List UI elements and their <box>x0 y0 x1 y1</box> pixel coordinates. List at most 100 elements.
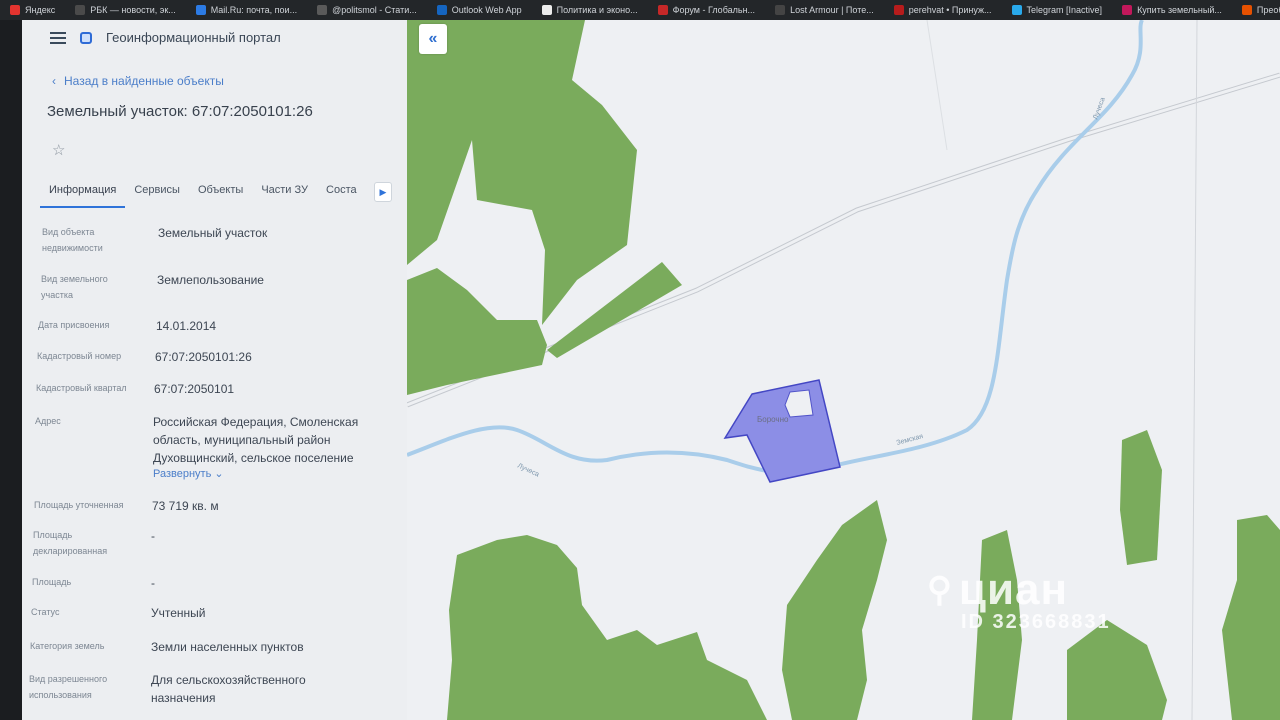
field-value: назначения <box>151 691 216 705</box>
field-address: Адрес Российская Федерация, Смоленская о… <box>35 413 358 480</box>
bookmark-item[interactable]: Яндекс <box>0 0 65 20</box>
bookmark-item[interactable]: Telegram [Inactive] <box>1002 0 1113 20</box>
bookmark-item[interactable]: Outlook Web App <box>427 0 532 20</box>
bookmark-favicon-icon <box>436 5 447 15</box>
back-link-label: Назад в найденные объекты <box>64 74 224 88</box>
field-label: участка <box>41 290 73 300</box>
expand-label: Развернуть <box>153 468 212 480</box>
bookmark-label: Lost Armour | Поте... <box>790 5 874 15</box>
forest-area <box>1120 430 1162 565</box>
field-value: - <box>151 529 155 543</box>
bookmark-item[interactable]: Mail.Ru: почта, пои... <box>186 0 307 20</box>
page-title: Земельный участок: 67:07:2050101:26 <box>47 103 313 120</box>
river-label: Земская <box>896 433 924 447</box>
bookmark-item[interactable]: Форум - Глобальн... <box>648 0 765 20</box>
forest-area <box>782 500 887 720</box>
bookmark-item[interactable]: perehvat • Принуж... <box>884 0 1002 20</box>
field-label: Статус <box>31 607 60 617</box>
field-label: Категория земель <box>30 641 105 651</box>
parcel-building <box>784 389 814 418</box>
field-area-precise: Площадь уточненная 73 719 кв. м <box>34 497 219 515</box>
field-label: Адрес <box>35 416 61 426</box>
expand-address-link[interactable]: Развернуть ⌄ <box>153 467 358 480</box>
tab-info[interactable]: Информация <box>40 180 126 208</box>
tab-parts[interactable]: Части ЗУ <box>252 180 317 208</box>
field-value: Духовщинский, сельское поселение <box>153 451 354 465</box>
field-area: Площадь - <box>32 574 155 592</box>
field-label: Площадь <box>32 577 72 587</box>
bookmark-item[interactable]: @politsmol - Стати... <box>307 0 427 20</box>
tabs-scroll-right-button[interactable]: ▶ <box>374 182 392 202</box>
portal-title: Геоинформационный портал <box>106 30 281 45</box>
field-value: Земли населенных пунктов <box>151 640 304 654</box>
field-status: Статус Учтенный <box>31 604 206 622</box>
bookmark-label: Форум - Глобальн... <box>672 5 756 15</box>
field-label: Площадь <box>33 530 73 540</box>
field-value: 73 719 кв. м <box>152 499 219 513</box>
screen-bezel <box>0 20 22 720</box>
bookmark-item[interactable]: РБК — новости, эк... <box>65 0 186 20</box>
field-value: Землепользование <box>157 273 264 287</box>
collapse-panel-button[interactable]: « <box>419 24 447 54</box>
field-label: Вид разрешенного <box>29 674 108 684</box>
bookmark-label: @politsmol - Стати... <box>332 5 417 15</box>
tab-objects[interactable]: Объекты <box>189 180 252 208</box>
tab-composition[interactable]: Соста <box>317 180 366 208</box>
field-label: использования <box>29 690 92 700</box>
map-view[interactable]: Борочно Лучеса Земская Лучеса ⚲ циан ID 3… <box>407 20 1280 720</box>
chevron-down-icon: ⌄ <box>214 468 224 480</box>
bookmark-item[interactable]: Преобразован... <box>1232 0 1280 20</box>
menu-icon[interactable] <box>50 31 66 44</box>
bookmark-item[interactable]: Купить земельный... <box>1112 0 1232 20</box>
cian-watermark: ⚲ циан ID 323668831 <box>927 565 1111 634</box>
field-value: Учтенный <box>151 606 206 620</box>
river-label: Лучеса <box>516 462 540 478</box>
forest-area <box>447 535 767 720</box>
panel-header: Геоинформационный портал <box>50 30 281 45</box>
field-date: Дата присвоения 14.01.2014 <box>38 317 216 335</box>
field-label: Площадь уточненная <box>34 500 124 510</box>
field-label: недвижимости <box>42 243 103 253</box>
boundary-line <box>926 20 948 151</box>
bookmark-favicon-icon <box>195 5 206 15</box>
back-link[interactable]: ‹ Назад в найденные объекты <box>52 74 224 88</box>
bookmark-favicon-icon <box>10 5 20 15</box>
field-area-declared: Площадь декларированная - <box>33 527 155 559</box>
field-value: Российская Федерация, Смоленская <box>153 415 359 429</box>
bookmark-favicon-icon <box>775 5 786 15</box>
bookmark-label: Mail.Ru: почта, пои... <box>210 5 298 15</box>
bookmark-item[interactable]: Политика и эконо... <box>532 0 648 20</box>
chevron-left-icon: ‹ <box>52 74 56 88</box>
field-permitted-use: Вид разрешенного использования Для сельс… <box>29 671 306 707</box>
river-label: Лучеса <box>1092 96 1107 120</box>
boundary-line <box>1191 20 1198 720</box>
field-label: Вид объекта <box>42 227 95 237</box>
field-value: 67:07:2050101:26 <box>155 350 252 364</box>
bookmark-favicon-icon <box>1011 5 1022 15</box>
bookmark-label: Outlook Web App <box>451 5 522 15</box>
bookmark-favicon-icon <box>893 5 904 15</box>
info-panel: Геоинформационный портал ‹ Назад в найде… <box>22 20 407 720</box>
bookmark-favicon-icon <box>541 5 552 15</box>
bookmark-label: Купить земельный... <box>1137 5 1222 15</box>
field-value: 14.01.2014 <box>156 319 217 333</box>
watermark-brand: циан <box>958 565 1069 614</box>
bookmark-label: perehvat • Принуж... <box>908 5 992 15</box>
field-cad-quarter: Кадастровый квартал 67:07:2050101 <box>36 380 234 398</box>
bookmark-item[interactable]: Lost Armour | Поте... <box>765 0 884 20</box>
favorite-star-icon[interactable]: ☆ <box>52 141 65 159</box>
tab-services[interactable]: Сервисы <box>125 180 189 208</box>
bookmark-favicon-icon <box>1122 5 1133 15</box>
field-obj-type: Вид объекта недвижимости Земельный участ… <box>42 224 267 256</box>
forest-area <box>1222 515 1280 720</box>
bookmarks-bar: Яндекс РБК — новости, эк... Mail.Ru: почта… <box>0 0 1280 20</box>
forest-area <box>1067 620 1167 720</box>
field-plot-type: Вид земельного участка Землепользование <box>41 271 264 303</box>
parcel-label: Борочно <box>757 415 789 424</box>
field-label: Кадастровый квартал <box>36 383 127 393</box>
tabs: Информация Сервисы Объекты Части ЗУ Сост… <box>40 180 400 208</box>
field-land-category: Категория земель Земли населенных пункто… <box>30 638 304 656</box>
location-pin-icon: ⚲ <box>927 571 953 609</box>
portal-logo-icon <box>80 31 92 44</box>
field-value: Земельный участок <box>158 226 268 240</box>
